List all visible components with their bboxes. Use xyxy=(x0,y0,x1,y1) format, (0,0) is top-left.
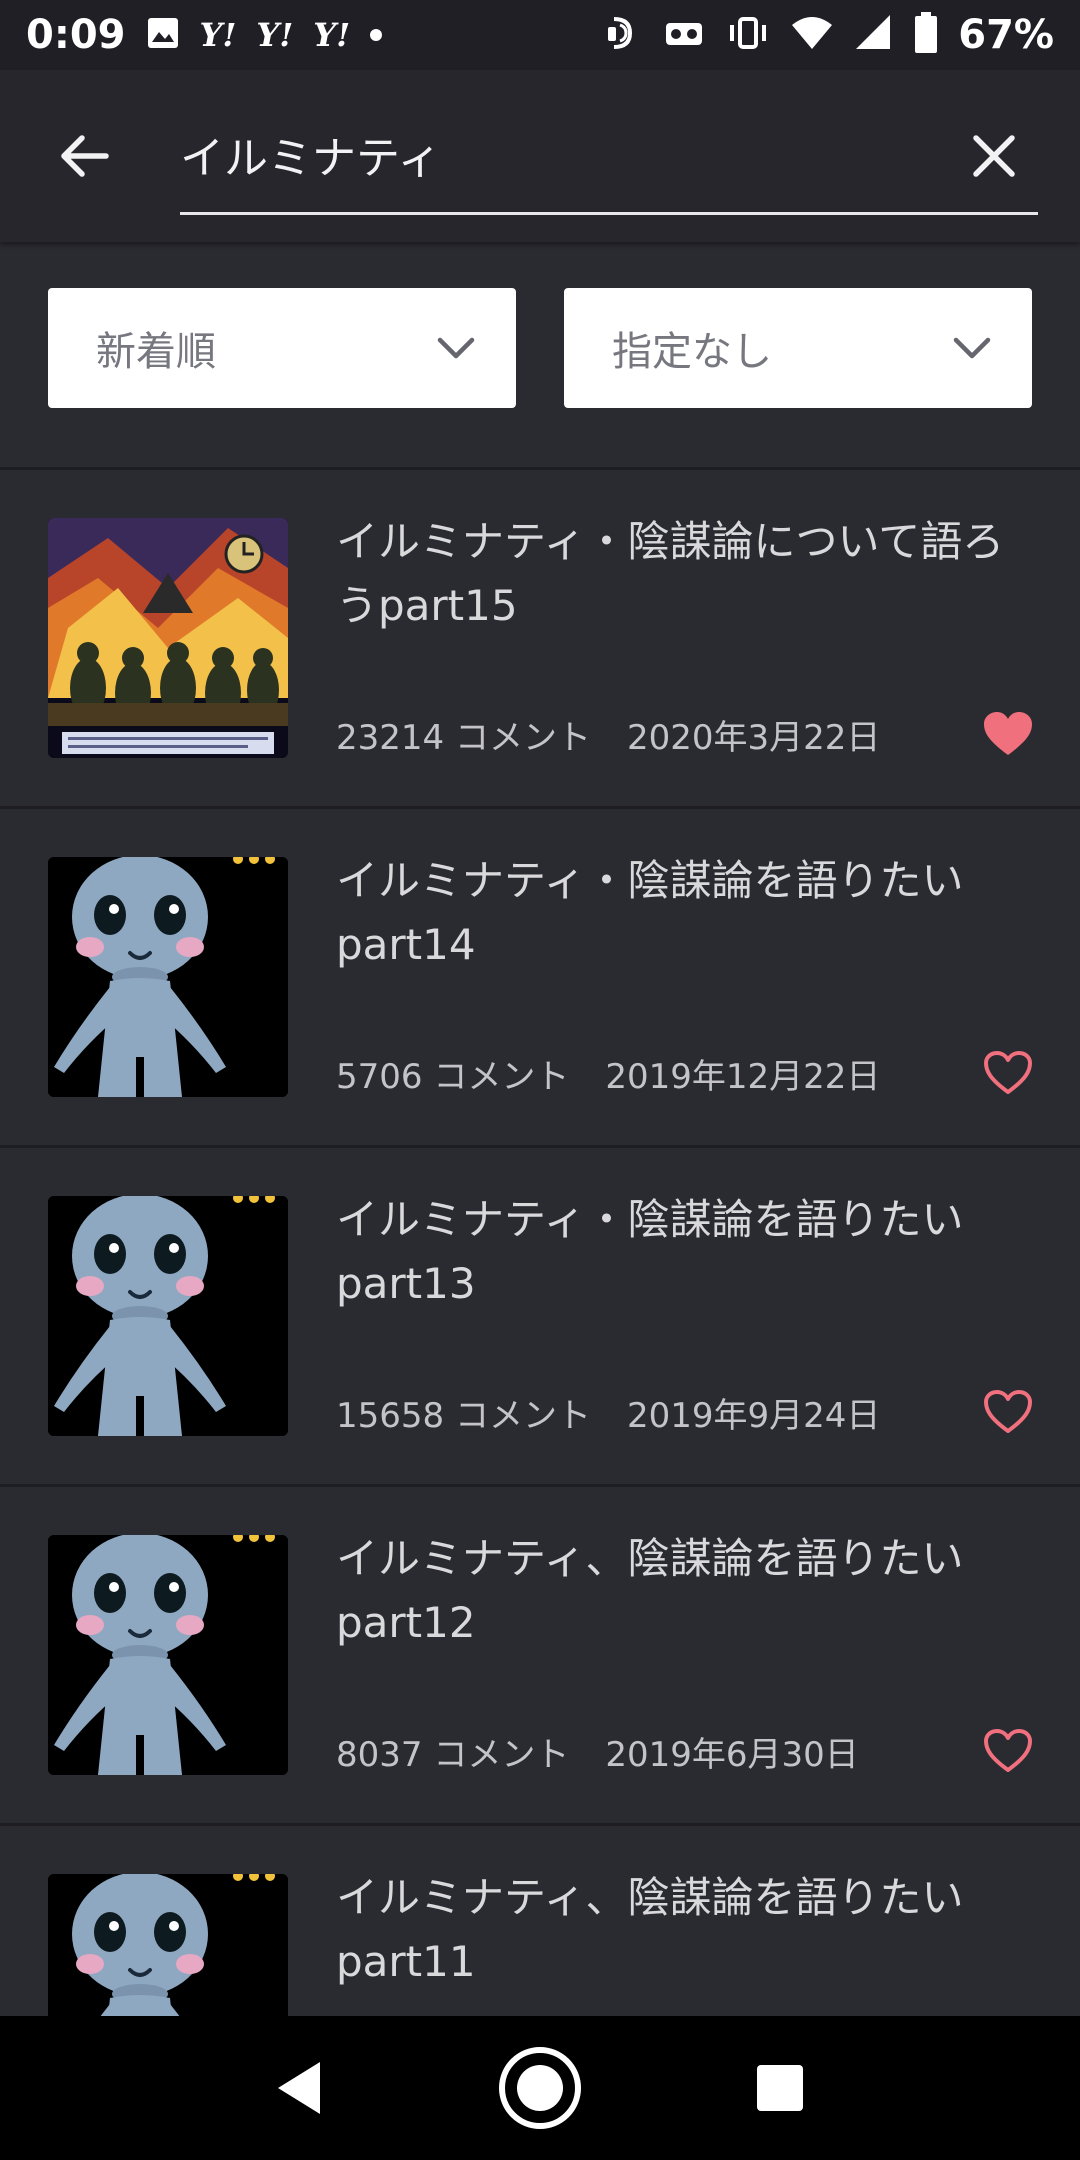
heart-outline-icon xyxy=(984,1051,1032,1094)
range-filter-dropdown[interactable]: 指定なし xyxy=(564,288,1032,408)
thread-meta: 8037 コメント 2019年6月30日 xyxy=(336,1727,859,1776)
nfc-icon xyxy=(602,13,642,57)
thread-title: イルミナティ・陰謀論について語ろうpart15 xyxy=(336,517,1005,630)
image-notification-icon xyxy=(146,16,180,54)
thread-meta: 5706 コメント 2019年12月22日 xyxy=(336,1049,880,1098)
cell-signal-icon xyxy=(854,13,894,57)
triangle-back-icon xyxy=(278,2062,320,2114)
thread-date: 2019年12月22日 xyxy=(605,1057,881,1097)
thread-thumbnail-alien xyxy=(48,1535,288,1775)
sort-order-dropdown[interactable]: 新着順 xyxy=(48,288,516,408)
chevron-down-icon xyxy=(953,337,991,359)
thread-list-item[interactable]: イルミナティ、陰謀論を語りたいpart12 8037 コメント 2019年6月30日 xyxy=(0,1487,1080,1826)
vr-headset-icon xyxy=(662,13,706,57)
favorite-button[interactable] xyxy=(978,704,1038,764)
thread-date: 2020年3月22日 xyxy=(626,718,881,758)
screen: 0:09 Y! Y! Y! 67% イルミナティ 新着順 指定なし イルミナティ… xyxy=(0,0,1080,2160)
heart-outline-icon xyxy=(984,1729,1032,1772)
search-underline xyxy=(180,212,1038,215)
vibrate-icon xyxy=(726,13,770,57)
arrow-left-icon xyxy=(61,135,109,177)
yahoo-notification-icon: Y! xyxy=(256,16,294,54)
heart-outline-icon xyxy=(984,1390,1032,1433)
thread-comment-count: 8037 コメント xyxy=(336,1735,570,1775)
favorite-button[interactable] xyxy=(978,1721,1038,1781)
thread-comment-count: 23214 コメント xyxy=(336,718,591,758)
range-filter-label: 指定なし xyxy=(612,329,772,375)
status-time: 0:09 xyxy=(26,12,126,58)
search-input[interactable] xyxy=(180,114,1040,194)
thread-thumbnail-artwork xyxy=(48,518,288,758)
chevron-down-icon xyxy=(437,337,475,359)
sort-order-label: 新着順 xyxy=(96,329,216,375)
thread-title: イルミナティ、陰謀論を語りたいpart12 xyxy=(336,1534,964,1647)
thread-list-item[interactable]: イルミナティ・陰謀論を語りたいpart14 5706 コメント 2019年12月22… xyxy=(0,809,1080,1148)
thread-thumbnail-alien xyxy=(48,857,288,1097)
nav-back-button[interactable] xyxy=(250,2038,350,2138)
battery-icon xyxy=(914,12,938,58)
yahoo-notification-icon: Y! xyxy=(313,16,351,54)
thread-meta: 15658 コメント 2019年9月24日 xyxy=(336,1388,880,1437)
status-left: 0:09 Y! Y! Y! xyxy=(26,12,383,58)
yahoo-notification-icon: Y! xyxy=(199,16,237,54)
close-icon xyxy=(973,135,1015,177)
home-circle-icon xyxy=(499,2047,581,2129)
thread-comment-count: 5706 コメント xyxy=(336,1057,570,1097)
thread-title: イルミナティ・陰謀論を語りたいpart14 xyxy=(336,856,964,969)
back-button[interactable] xyxy=(48,120,120,192)
thread-title: イルミナティ、陰謀論を語りたいpart11 xyxy=(336,1873,964,1986)
navigation-bar xyxy=(0,2016,1080,2160)
more-notifications-dot-icon xyxy=(370,29,383,41)
status-bar: 0:09 Y! Y! Y! 67% xyxy=(0,0,1080,70)
thread-thumbnail-alien xyxy=(48,1196,288,1436)
battery-percentage: 67% xyxy=(958,12,1054,58)
favorite-button[interactable] xyxy=(978,1382,1038,1442)
filter-bar: 新着順 指定なし xyxy=(0,242,1080,470)
wifi-icon xyxy=(790,13,834,57)
favorite-button[interactable] xyxy=(978,1043,1038,1103)
thread-date: 2019年9月24日 xyxy=(626,1396,881,1436)
clear-search-button[interactable] xyxy=(958,120,1030,192)
thread-date: 2019年6月30日 xyxy=(605,1735,859,1775)
thread-list-item[interactable]: イルミナティ・陰謀論を語りたいpart13 15658 コメント 2019年9月24… xyxy=(0,1148,1080,1487)
status-right: 67% xyxy=(602,12,1054,58)
nav-home-button[interactable] xyxy=(490,2038,590,2138)
thread-comment-count: 15658 コメント xyxy=(336,1396,591,1436)
nav-recents-button[interactable] xyxy=(730,2038,830,2138)
search-header xyxy=(0,70,1080,242)
thread-title: イルミナティ・陰謀論を語りたいpart13 xyxy=(336,1195,964,1308)
square-recents-icon xyxy=(757,2065,803,2111)
thread-list: イルミナティ・陰謀論について語ろうpart15 23214 コメント 2020年3月… xyxy=(0,470,1080,2160)
thread-meta: 23214 コメント 2020年3月22日 xyxy=(336,710,880,759)
thread-list-item[interactable]: イルミナティ・陰謀論について語ろうpart15 23214 コメント 2020年3月… xyxy=(0,470,1080,809)
heart-filled-icon xyxy=(984,712,1032,755)
